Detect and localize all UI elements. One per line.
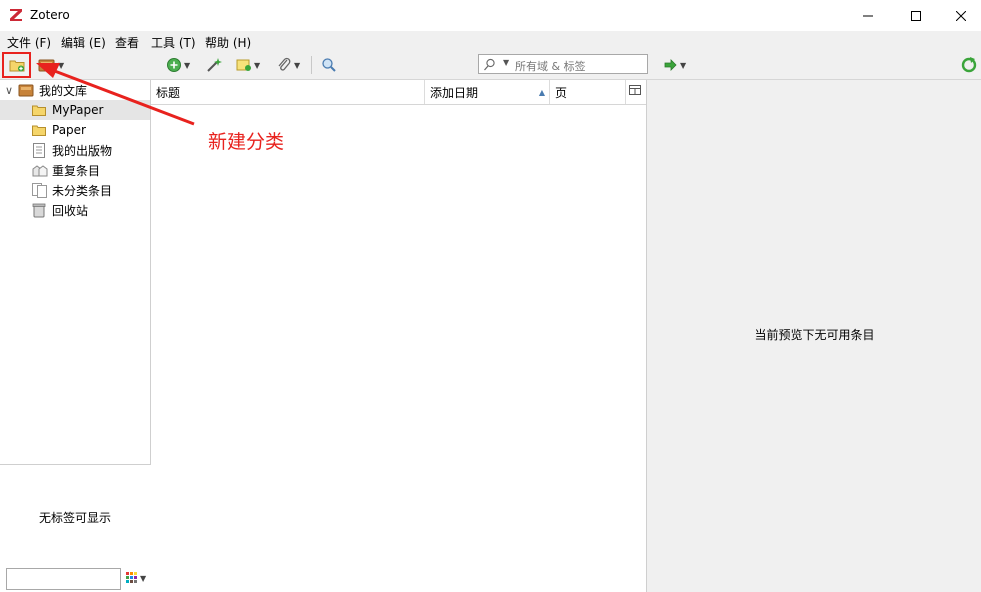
chevron-down-icon[interactable]: ∨ bbox=[0, 84, 18, 97]
tree-item-label: 我的出版物 bbox=[52, 143, 113, 158]
minimize-icon bbox=[863, 15, 873, 16]
tree-item-label: 重复条目 bbox=[52, 163, 101, 178]
column-header-date-added[interactable]: 添加日期 ▲ bbox=[425, 80, 550, 104]
close-icon bbox=[956, 10, 966, 21]
locate-button[interactable]: ▼ bbox=[664, 54, 686, 76]
tree-item-label: Paper bbox=[52, 123, 86, 137]
maximize-icon bbox=[911, 10, 921, 21]
item-pane: 当前预览下无可用条目 bbox=[646, 80, 981, 592]
column-header-title[interactable]: 标题 bbox=[151, 80, 425, 104]
tag-color-grid-icon bbox=[126, 572, 137, 583]
tag-filter-input[interactable] bbox=[6, 568, 121, 590]
arrow-right-icon bbox=[664, 59, 677, 71]
tree-item-trash[interactable]: 回收站 bbox=[0, 200, 150, 220]
menu-help[interactable]: 帮助 (H) bbox=[205, 34, 251, 51]
add-by-identifier-button[interactable] bbox=[205, 54, 223, 76]
chevron-down-icon: ▼ bbox=[294, 60, 301, 70]
tree-item-label: 未分类条目 bbox=[52, 183, 113, 198]
tree-item-paper[interactable]: Paper bbox=[0, 120, 150, 140]
toolbar: ▼ ▼ ▼ ▼ ▼ 所有域 & 标签 ▼ bbox=[0, 51, 981, 80]
chevron-down-icon: ▼ bbox=[254, 60, 261, 70]
tree-item-label: MyPaper bbox=[52, 103, 104, 117]
publications-icon bbox=[33, 142, 45, 158]
column-picker-icon bbox=[629, 85, 641, 95]
new-note-icon bbox=[236, 59, 251, 71]
item-pane-empty-message: 当前预览下无可用条目 bbox=[754, 328, 875, 342]
chevron-down-icon: ▼ bbox=[680, 60, 687, 70]
minimize-button[interactable] bbox=[845, 0, 891, 31]
window-title: Zotero bbox=[30, 8, 70, 22]
sync-button[interactable] bbox=[961, 54, 977, 76]
chevron-down-icon: ▼ bbox=[58, 60, 65, 70]
tree-root-label: 我的文库 bbox=[39, 83, 88, 98]
tree-root-my-library[interactable]: ∨ 我的文库 bbox=[0, 80, 150, 100]
new-item-button[interactable]: ▼ bbox=[166, 54, 190, 76]
tag-empty-message: 无标签可显示 bbox=[38, 511, 111, 525]
sort-ascending-icon: ▲ bbox=[538, 87, 545, 97]
attachment-button[interactable]: ▼ bbox=[276, 54, 300, 76]
magic-wand-icon bbox=[207, 58, 222, 72]
menu-bar: 文件 (F) 编辑 (E) 查看 工具 (T) 帮助 (H) bbox=[0, 31, 981, 51]
search-input[interactable]: ▼ 所有域 & 标签 bbox=[478, 54, 648, 74]
folder-icon bbox=[32, 105, 46, 116]
library-icon bbox=[18, 84, 34, 97]
title-bar: Zotero bbox=[0, 0, 981, 31]
items-table-header: 标题 添加日期 ▲ 页 bbox=[151, 80, 646, 105]
column-pages-label: 页 bbox=[555, 85, 568, 100]
items-pane: 标题 添加日期 ▲ 页 bbox=[151, 80, 646, 592]
tag-selector-pane: 无标签可显示 ▼ bbox=[0, 464, 151, 592]
search-icon bbox=[484, 58, 495, 71]
search-placeholder: 所有域 & 标签 bbox=[515, 60, 586, 73]
duplicates-icon bbox=[32, 165, 48, 177]
column-date-label: 添加日期 bbox=[430, 85, 479, 100]
menu-view[interactable]: 查看 bbox=[115, 34, 139, 51]
menu-edit[interactable]: 编辑 (E) bbox=[61, 34, 106, 51]
close-button[interactable] bbox=[938, 0, 981, 31]
maximize-button[interactable] bbox=[893, 0, 939, 31]
trash-icon bbox=[32, 203, 46, 217]
plus-circle-icon bbox=[167, 58, 181, 72]
new-note-button[interactable]: ▼ bbox=[236, 54, 260, 76]
folder-icon bbox=[32, 125, 46, 136]
chevron-down-icon: ▼ bbox=[140, 573, 147, 583]
paperclip-icon bbox=[278, 57, 291, 71]
column-header-pages[interactable]: 页 bbox=[550, 80, 626, 104]
annotation-highlight-box bbox=[2, 52, 31, 78]
sync-icon bbox=[961, 57, 977, 73]
tree-item-my-publications[interactable]: 我的出版物 bbox=[0, 140, 150, 160]
tree-item-unfiled[interactable]: 未分类条目 bbox=[0, 180, 150, 200]
new-library-button[interactable]: ▼ bbox=[38, 54, 64, 76]
chevron-down-icon: ▼ bbox=[184, 60, 191, 70]
tree-item-label: 回收站 bbox=[52, 203, 89, 218]
column-picker-button[interactable] bbox=[629, 85, 641, 100]
items-table-body[interactable] bbox=[151, 104, 646, 592]
menu-tools[interactable]: 工具 (T) bbox=[151, 34, 196, 51]
annotation-label: 新建分类 bbox=[208, 131, 285, 153]
toolbar-divider bbox=[311, 56, 312, 74]
menu-file[interactable]: 文件 (F) bbox=[7, 34, 51, 51]
advanced-search-button[interactable] bbox=[321, 54, 337, 76]
zotero-logo-icon bbox=[8, 7, 24, 23]
new-library-icon bbox=[38, 59, 55, 72]
tree-item-mypaper[interactable]: MyPaper bbox=[0, 100, 150, 120]
tag-actions-button[interactable]: ▼ bbox=[126, 572, 146, 584]
column-title-label: 标题 bbox=[156, 85, 181, 100]
tree-item-duplicates[interactable]: 重复条目 bbox=[0, 160, 150, 180]
magnifier-icon bbox=[322, 58, 336, 72]
unfiled-icon bbox=[32, 182, 47, 198]
search-mode-dropdown-icon[interactable]: ▼ bbox=[503, 58, 509, 67]
